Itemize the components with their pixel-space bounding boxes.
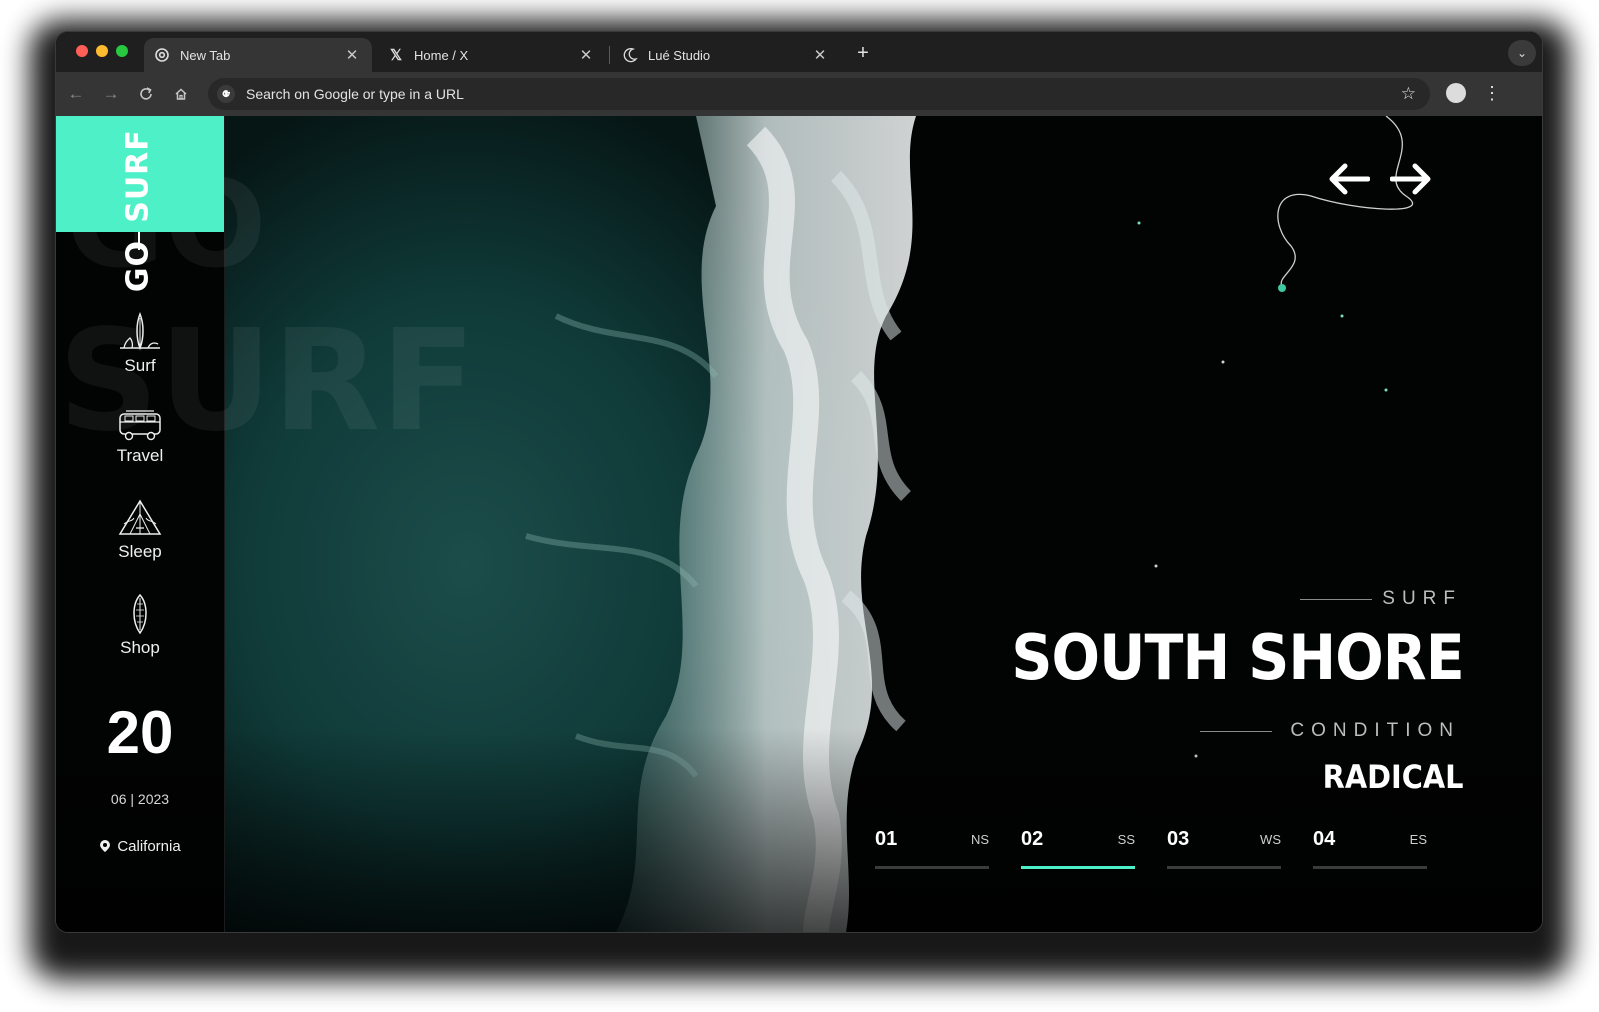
tab-search-chevron-icon[interactable]: ⌄ bbox=[1508, 40, 1536, 66]
slide-number: 03 bbox=[1167, 828, 1190, 850]
kicker-divider bbox=[1300, 598, 1373, 600]
next-arrow-icon[interactable] bbox=[1389, 162, 1432, 201]
hero-kicker: SURF bbox=[1300, 588, 1462, 610]
tab-separator bbox=[609, 46, 610, 64]
web-page: GO SURF SURF GO Surf bbox=[56, 116, 1542, 932]
slide-tab-01[interactable]: 01 NS bbox=[875, 828, 989, 872]
sidebar: GO SURF SURF GO Surf bbox=[56, 116, 476, 932]
slide-number: 01 bbox=[875, 828, 898, 850]
slide-tab-04[interactable]: 04 ES bbox=[1313, 828, 1427, 872]
tab-title: New Tab bbox=[180, 47, 231, 63]
location: California bbox=[56, 838, 224, 855]
brand-word-surf: SURF bbox=[120, 129, 156, 223]
tab-title: Home / X bbox=[414, 47, 469, 63]
profile-avatar[interactable] bbox=[1446, 83, 1466, 103]
tab-title: Lué Studio bbox=[648, 47, 711, 63]
forward-arrow-icon[interactable]: → bbox=[99, 82, 123, 106]
x-logo-icon: 𝕏 bbox=[389, 47, 403, 64]
browser-toolbar: ← → Search on Google or type in a URL ☆ … bbox=[56, 72, 1542, 116]
location-pin-icon bbox=[100, 840, 111, 852]
moon-icon bbox=[622, 47, 638, 63]
aerial-ocean-photo bbox=[56, 116, 1542, 932]
more-menu-icon[interactable]: ⋮ bbox=[1482, 82, 1502, 106]
date-month-year: 06 | 2023 bbox=[110, 791, 170, 807]
slide-code: ES bbox=[1409, 832, 1427, 847]
back-arrow-icon[interactable]: ← bbox=[64, 82, 88, 106]
condition-value: RADICAL bbox=[1323, 758, 1464, 796]
new-tab-button[interactable]: + bbox=[851, 41, 875, 65]
slide-progress-bar bbox=[1313, 866, 1427, 869]
condition-divider bbox=[1200, 730, 1273, 732]
slide-selector: 01 NS 02 SS 03 WS 04 ES bbox=[875, 828, 1459, 872]
nav-label: Shop bbox=[120, 638, 160, 657]
hero-condition: CONDITION bbox=[1200, 720, 1460, 742]
tab-strip: New Tab ✕ 𝕏 Home / X ✕ Lué Studio ✕ + ⌄ bbox=[56, 32, 1542, 72]
slide-progress-bar bbox=[875, 866, 989, 869]
slide-code: SS bbox=[1117, 832, 1135, 847]
slide-code: NS bbox=[970, 832, 989, 847]
nav-label: Surf bbox=[124, 356, 156, 375]
address-bar[interactable]: Search on Google or type in a URL ☆ bbox=[208, 78, 1430, 110]
surfboards-icon bbox=[120, 312, 160, 351]
slide-progress-bar bbox=[1167, 866, 1281, 869]
tab-close-icon[interactable]: ✕ bbox=[576, 46, 596, 64]
chrome-icon bbox=[154, 47, 170, 63]
prev-arrow-icon[interactable] bbox=[1328, 162, 1371, 201]
tab-home-x[interactable]: 𝕏 Home / X ✕ bbox=[378, 38, 606, 72]
tab-lue-studio[interactable]: Lué Studio ✕ bbox=[612, 38, 840, 72]
slide-tab-02[interactable]: 02 SS bbox=[1021, 828, 1135, 872]
slide-tab-03[interactable]: 03 WS bbox=[1167, 828, 1281, 872]
nav-label: Sleep bbox=[118, 542, 162, 561]
google-g-icon bbox=[216, 84, 236, 104]
tent-icon bbox=[118, 499, 162, 535]
tab-new-tab[interactable]: New Tab ✕ bbox=[144, 38, 372, 72]
reload-icon[interactable] bbox=[134, 82, 158, 106]
brand-word-go: GO bbox=[120, 239, 156, 293]
maximize-window-button[interactable] bbox=[116, 45, 128, 57]
close-window-button[interactable] bbox=[76, 45, 88, 57]
slide-number: 04 bbox=[1313, 828, 1336, 850]
nav-item-surf[interactable]: Surf bbox=[56, 312, 224, 376]
minimize-window-button[interactable] bbox=[96, 45, 108, 57]
slide-number: 02 bbox=[1021, 828, 1044, 850]
date-day: 20 bbox=[106, 699, 174, 766]
nav-item-travel[interactable]: Travel bbox=[56, 410, 224, 466]
tab-close-icon[interactable]: ✕ bbox=[342, 46, 362, 64]
nav-label: Travel bbox=[116, 446, 164, 465]
nav-item-shop[interactable]: Shop bbox=[56, 594, 224, 658]
slide-code: WS bbox=[1260, 832, 1281, 847]
location-label: California bbox=[117, 838, 181, 855]
surfboard-icon bbox=[133, 594, 147, 634]
van-icon bbox=[119, 410, 161, 441]
condition-label: CONDITION bbox=[1290, 720, 1460, 741]
home-icon[interactable] bbox=[169, 82, 193, 106]
tab-close-icon[interactable]: ✕ bbox=[810, 46, 830, 64]
nav-item-sleep[interactable]: Sleep bbox=[56, 498, 224, 562]
address-placeholder: Search on Google or type in a URL bbox=[246, 86, 464, 102]
browser-window: New Tab ✕ 𝕏 Home / X ✕ Lué Studio ✕ + ⌄ … bbox=[56, 32, 1542, 932]
slide-progress-bar bbox=[1021, 866, 1135, 869]
bookmark-star-icon[interactable]: ☆ bbox=[1401, 84, 1416, 104]
kicker-label: SURF bbox=[1382, 588, 1462, 609]
hero-title: SOUTH SHORE bbox=[1011, 621, 1465, 694]
